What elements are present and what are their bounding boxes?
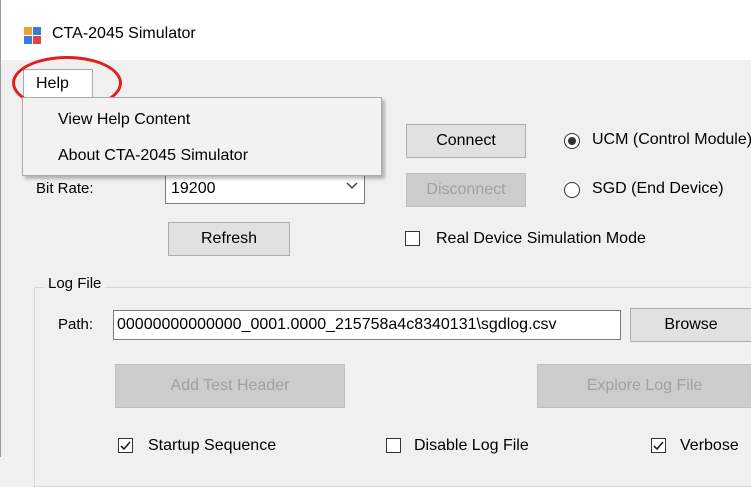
checkmark-icon (120, 441, 131, 451)
checkmark-icon (653, 441, 664, 451)
ucm-radio[interactable] (564, 133, 580, 149)
browse-button[interactable]: Browse (630, 308, 751, 342)
menu-item-about[interactable]: About CTA-2045 Simulator (58, 147, 248, 165)
menu-item-view-help-content[interactable]: View Help Content (58, 111, 190, 129)
disable-log-file-checkbox[interactable] (386, 438, 401, 453)
verbose-label: Verbose (680, 437, 739, 454)
refresh-button[interactable]: Refresh (168, 222, 290, 256)
sgd-radio[interactable] (564, 182, 580, 198)
sgd-label: SGD (End Device) (592, 180, 724, 197)
log-file-group-label: Log File (44, 275, 106, 292)
real-device-checkbox[interactable] (405, 231, 420, 246)
bit-rate-select[interactable]: 19200 (165, 174, 365, 204)
chevron-down-icon[interactable] (346, 180, 358, 194)
add-test-header-button[interactable]: Add Test Header (115, 364, 345, 408)
bit-rate-value: 19200 (171, 180, 216, 197)
verbose-checkbox[interactable] (651, 438, 666, 453)
path-value: 00000000000000_0001.0000_215758a4c834013… (117, 316, 557, 333)
startup-sequence-label: Startup Sequence (148, 437, 277, 454)
ucm-label: UCM (Control Module) (592, 131, 751, 148)
path-label: Path: (58, 316, 94, 333)
path-input[interactable]: 00000000000000_0001.0000_215758a4c834013… (113, 310, 621, 340)
connect-button[interactable]: Connect (406, 124, 526, 158)
help-menu[interactable]: Help (23, 69, 93, 97)
disconnect-button[interactable]: Disconnect (406, 173, 526, 207)
window-title: CTA-2045 Simulator (52, 25, 196, 42)
app-window-icon (24, 27, 42, 45)
bit-rate-label: Bit Rate: (36, 180, 94, 197)
explore-log-file-button[interactable]: Explore Log File (537, 364, 751, 408)
real-device-label: Real Device Simulation Mode (436, 230, 646, 247)
disable-log-file-label: Disable Log File (414, 437, 529, 454)
startup-sequence-checkbox[interactable] (118, 438, 133, 453)
